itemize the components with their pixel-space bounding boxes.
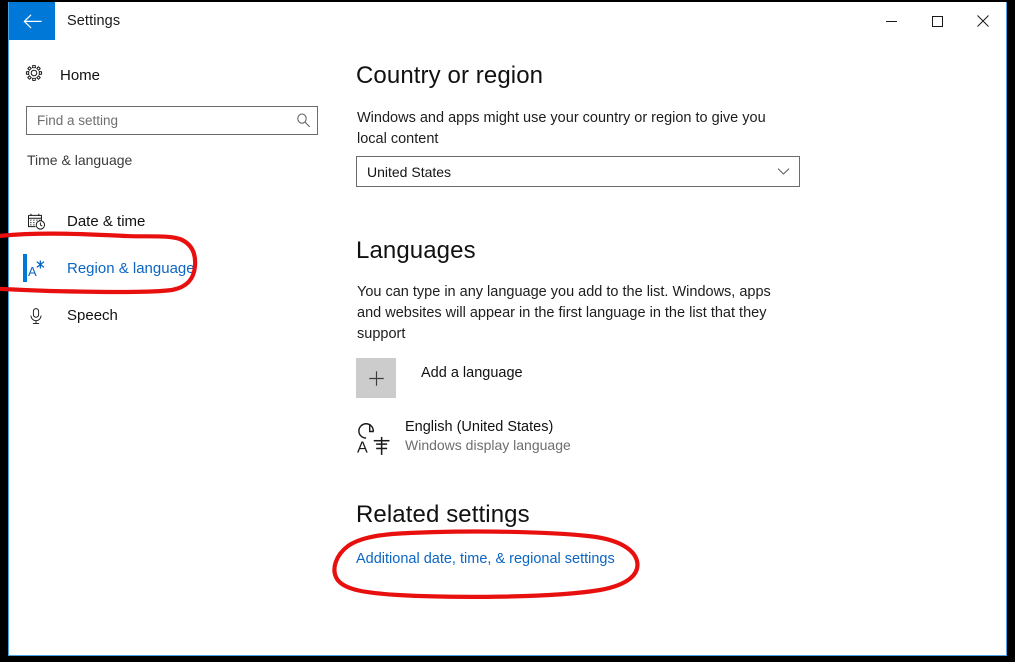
sidebar-home-label: Home <box>60 67 101 84</box>
country-region-dropdown[interactable]: United States <box>356 156 800 187</box>
back-arrow-icon <box>23 13 42 29</box>
country-region-value: United States <box>367 163 452 180</box>
language-item-texts: English (United States) Windows display … <box>405 419 571 453</box>
language-name: English (United States) <box>405 419 554 435</box>
add-language-button[interactable]: Add a language <box>356 358 523 398</box>
close-icon <box>977 15 989 27</box>
calendar-clock-icon <box>27 212 53 231</box>
svg-text:A: A <box>28 264 37 279</box>
sidebar-item-date-time[interactable]: Date & time <box>9 198 339 245</box>
maximize-icon <box>931 15 943 27</box>
sidebar-category-label: Time & language <box>27 152 133 168</box>
settings-window: Settings Home Find a setting Time & lang… <box>8 2 1007 656</box>
add-language-label: Add a language <box>421 365 523 381</box>
sidebar-item-label: Region & language <box>67 260 195 277</box>
languages-heading: Languages <box>356 237 476 264</box>
window-title: Settings <box>67 13 121 29</box>
sidebar-item-speech[interactable]: Speech <box>9 292 339 339</box>
sidebar-item-home[interactable]: Home <box>23 60 106 91</box>
sidebar-item-region-language[interactable]: A Region & language <box>9 245 339 292</box>
minimize-button[interactable] <box>868 2 914 40</box>
sidebar: Home Time & language <box>9 40 339 655</box>
search-input[interactable] <box>27 113 289 128</box>
country-region-description: Windows and apps might use your country … <box>357 110 766 147</box>
screen: Settings Home Find a setting Time & lang… <box>0 0 1015 662</box>
language-a-icon: A <box>27 259 53 279</box>
plus-icon <box>356 358 396 398</box>
language-sub-label: Windows display language <box>405 437 571 453</box>
search-box[interactable] <box>26 106 318 135</box>
language-list-item[interactable]: A English (United States) Windows displa… <box>354 418 571 460</box>
gear-icon <box>25 64 43 87</box>
main-content: Country or region Windows and apps might… <box>339 40 1006 655</box>
translate-language-icon: A <box>354 418 396 460</box>
related-settings-heading: Related settings <box>356 501 530 528</box>
close-button[interactable] <box>960 2 1006 40</box>
title-bar: Settings <box>9 2 1006 40</box>
maximize-button[interactable] <box>914 2 960 40</box>
window-controls <box>868 2 1006 40</box>
sidebar-item-label: Speech <box>67 307 118 324</box>
sidebar-nav-list: Date & time A Region & language Speech <box>9 198 339 339</box>
additional-date-time-regional-settings-link[interactable]: Additional date, time, & regional settin… <box>356 551 615 567</box>
search-icon[interactable] <box>289 107 317 134</box>
back-button[interactable] <box>9 2 55 40</box>
microphone-icon <box>27 307 53 325</box>
minimize-icon <box>885 16 897 27</box>
sidebar-item-label: Date & time <box>67 213 146 230</box>
svg-text:A: A <box>357 438 368 456</box>
country-region-heading: Country or region <box>356 62 544 89</box>
languages-description: You can type in any language you add to … <box>357 284 771 342</box>
chevron-down-icon <box>767 167 799 176</box>
